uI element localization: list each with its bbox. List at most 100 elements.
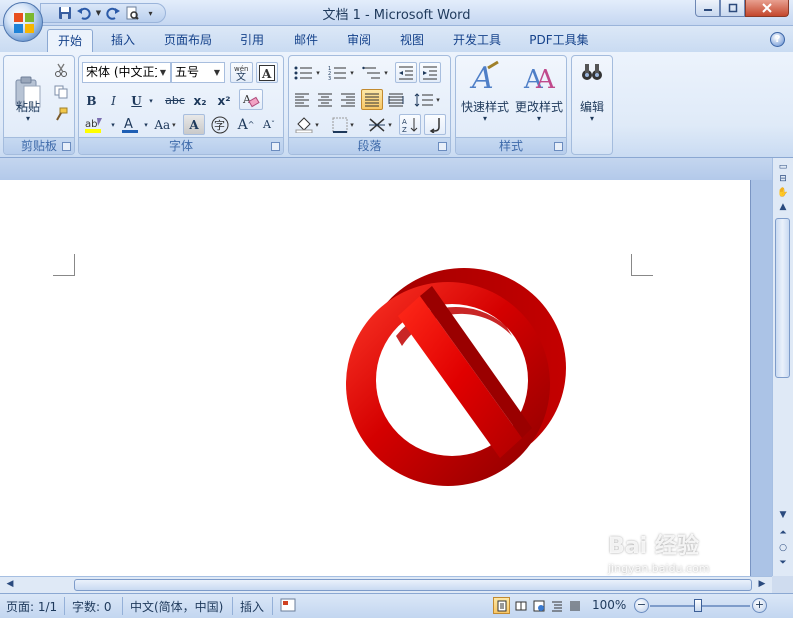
scroll-split-icon[interactable]: ⊟ — [773, 174, 793, 184]
next-page-icon[interactable]: ⏷ — [773, 558, 793, 568]
vertical-scrollbar[interactable]: ▭ ⊟ ✋ ▲ ▼ ⏶ ○ ⏷ — [772, 158, 793, 576]
page-count[interactable]: 页面: 1/1 — [6, 598, 57, 615]
font-size-dropdown-icon[interactable]: ▼ — [211, 63, 223, 82]
zoom-out-button[interactable]: − — [634, 598, 649, 613]
copy-button[interactable] — [51, 82, 71, 102]
align-center-button[interactable] — [314, 89, 336, 110]
align-left-button[interactable] — [291, 89, 313, 110]
print-layout-view-button[interactable] — [493, 597, 510, 614]
multilevel-list-button[interactable]: ▾ — [359, 62, 391, 83]
italic-button[interactable]: I — [104, 90, 123, 111]
zoom-slider-thumb[interactable] — [694, 599, 702, 612]
tab-page-layout[interactable]: 页面布局 — [156, 29, 220, 52]
tab-pdf-tools[interactable]: PDF工具集 — [522, 29, 596, 52]
vertical-scroll-thumb[interactable] — [775, 218, 790, 378]
tab-insert[interactable]: 插入 — [100, 29, 146, 52]
close-button[interactable] — [745, 0, 789, 17]
tab-mailings[interactable]: 邮件 — [284, 29, 328, 52]
zoom-in-button[interactable]: + — [752, 598, 767, 613]
outline-view-button[interactable] — [548, 597, 565, 614]
word-count[interactable]: 字数: 0 — [72, 598, 112, 615]
tab-review[interactable]: 审阅 — [337, 29, 381, 52]
align-right-button[interactable] — [337, 89, 359, 110]
borders-button[interactable]: ▾ — [327, 114, 359, 135]
scroll-left-icon[interactable]: ◀ — [0, 579, 20, 589]
insert-mode[interactable]: 插入 — [240, 598, 264, 615]
styles-group-label: 样式 — [456, 137, 566, 154]
change-styles-dropdown-icon[interactable]: ▾ — [511, 114, 567, 123]
change-case-button[interactable]: Aa ▾ — [151, 114, 179, 135]
line-spacing-button[interactable]: ▾ — [411, 89, 443, 110]
grow-font-button[interactable]: A ^ — [235, 114, 257, 135]
line-spacing-icon — [414, 92, 434, 107]
clear-formatting-button[interactable]: A — [239, 89, 263, 110]
decrease-indent-button[interactable] — [395, 62, 417, 83]
restore-button[interactable] — [720, 0, 745, 17]
zoom-level[interactable]: 100% — [592, 598, 626, 612]
shrink-font-button[interactable]: Aˇ — [258, 114, 280, 135]
tab-view[interactable]: 视图 — [390, 29, 434, 52]
horizontal-scroll-thumb[interactable] — [74, 579, 752, 591]
font-name-combo[interactable]: 宋体 (中文正文 ▼ — [82, 62, 171, 83]
web-layout-view-button[interactable] — [530, 597, 547, 614]
document-page[interactable] — [0, 180, 751, 576]
full-screen-reading-view-button[interactable] — [512, 597, 529, 614]
scroll-right-icon[interactable]: ▶ — [752, 579, 772, 589]
paragraph-dialog-launcher[interactable] — [438, 142, 447, 151]
copy-icon — [54, 85, 68, 99]
ribbon-tabs: 开始 插入 页面布局 引用 邮件 审阅 视图 开发工具 PDF工具集 ? — [0, 26, 793, 52]
bullets-button[interactable]: ▾ — [291, 62, 323, 83]
status-separator — [232, 597, 233, 615]
minimize-button[interactable] — [695, 0, 720, 17]
subscript-button[interactable]: x₂ — [189, 90, 211, 111]
cut-button[interactable] — [51, 60, 71, 80]
highlight-button[interactable]: ab — [82, 114, 108, 135]
styles-dialog-launcher[interactable] — [554, 142, 563, 151]
font-color-dropdown-icon[interactable]: ▾ — [141, 114, 151, 135]
scroll-up-icon[interactable]: ▲ — [773, 202, 793, 212]
help-icon[interactable]: ? — [770, 32, 785, 47]
distributed-button[interactable] — [385, 89, 407, 110]
show-marks-button[interactable] — [424, 114, 446, 135]
underline-dropdown-icon[interactable]: ▾ — [146, 90, 156, 111]
scroll-down-icon[interactable]: ▼ — [773, 510, 793, 520]
font-name-dropdown-icon[interactable]: ▼ — [157, 63, 169, 82]
chinese-layout-button[interactable]: ▾ — [365, 114, 395, 135]
ruler-toggle-icon[interactable]: ▭ — [773, 162, 793, 172]
font-dialog-launcher[interactable] — [271, 142, 280, 151]
select-browse-object-icon[interactable]: ○ — [773, 543, 793, 553]
tab-developer[interactable]: 开发工具 — [444, 29, 510, 52]
numbering-button[interactable]: 1 2 3 ▾ — [325, 62, 357, 83]
office-button[interactable] — [3, 2, 43, 42]
highlight-dropdown-icon[interactable]: ▾ — [108, 114, 118, 135]
language-indicator[interactable]: 中文(简体，中国) — [130, 598, 223, 615]
sort-button[interactable]: AZ — [399, 114, 421, 135]
clipboard-dialog-launcher[interactable] — [62, 142, 71, 151]
font-color-button[interactable]: A — [119, 114, 141, 135]
tab-home[interactable]: 开始 — [47, 29, 93, 52]
underline-button[interactable]: U — [127, 90, 146, 111]
superscript-button[interactable]: x² — [213, 90, 235, 111]
character-shading-button[interactable]: A — [183, 114, 205, 135]
prohibition-sign-graphic[interactable] — [336, 256, 576, 488]
strikethrough-button[interactable]: abc — [163, 90, 187, 111]
format-painter-button[interactable] — [51, 104, 71, 124]
shading-button[interactable]: ▾ — [291, 114, 323, 135]
enclose-characters-button[interactable]: 字 — [208, 114, 232, 135]
editing-dropdown-icon[interactable]: ▾ — [573, 114, 611, 123]
quick-styles-dropdown-icon[interactable]: ▾ — [457, 114, 513, 123]
font-size-combo[interactable]: 五号 ▼ — [171, 62, 225, 83]
bold-button[interactable]: B — [82, 90, 101, 111]
font-group-label: 字体 — [79, 137, 283, 154]
phonetic-guide-button[interactable]: wén 文 — [230, 62, 253, 83]
justify-button[interactable] — [361, 89, 383, 110]
macro-recording-icon[interactable] — [280, 597, 296, 616]
paste-dropdown-icon[interactable]: ▾ — [8, 114, 48, 123]
previous-page-icon[interactable]: ⏶ — [773, 528, 793, 538]
horizontal-scrollbar[interactable]: ◀ ▶ — [0, 576, 772, 593]
tab-references[interactable]: 引用 — [230, 29, 274, 52]
character-border-button[interactable]: A — [256, 62, 278, 83]
increase-indent-button[interactable] — [419, 62, 441, 83]
pan-hand-icon[interactable]: ✋ — [773, 188, 793, 198]
draft-view-button[interactable] — [566, 597, 583, 614]
